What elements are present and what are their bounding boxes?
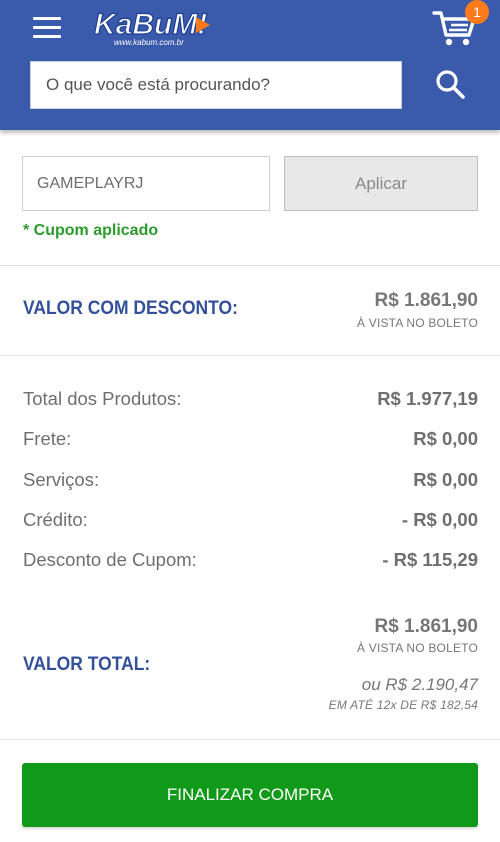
search-icon[interactable] (434, 68, 468, 102)
coupon-applied-status: * Cupom aplicado (23, 222, 159, 239)
summary-row-label: Frete: (23, 428, 72, 449)
apply-coupon-button[interactable]: Aplicar (284, 156, 478, 211)
discount-price: R$ 1.861,90 (374, 290, 478, 311)
divider (0, 355, 500, 356)
divider (0, 265, 500, 266)
summary-row-value: R$ 0,00 (413, 469, 478, 490)
coupon-code-input[interactable] (22, 156, 270, 211)
summary-row-label: Desconto de Cupom: (23, 549, 197, 570)
hamburger-menu-icon[interactable] (33, 15, 63, 41)
search-input[interactable] (30, 61, 402, 109)
installment-note: EM ATÉ 12x DE R$ 182,54 (328, 698, 478, 712)
total-value-label: VALOR TOTAL: (23, 654, 151, 675)
divider (0, 739, 500, 740)
cart-count-badge: 1 (465, 0, 489, 24)
summary-row-label: Serviços: (23, 469, 100, 490)
finalize-purchase-button[interactable]: FINALIZAR COMPRA (22, 763, 478, 827)
logo-text: KaBuM! (94, 8, 207, 41)
kabum-logo[interactable]: KaBuM! www.kabum.com.br (92, 3, 214, 49)
summary-row-label: Total dos Produtos: (23, 388, 182, 409)
logo-subtext: www.kabum.com.br (114, 38, 184, 47)
top-bar: KaBuM! www.kabum.com.br 1 (0, 0, 500, 130)
summary-row-value: - R$ 0,00 (401, 509, 478, 530)
summary-row-value: R$ 0,00 (413, 428, 478, 449)
summary-row-value: R$ 1.977,19 (377, 388, 478, 409)
total-payment-note: À VISTA NO BOLETO (357, 641, 478, 655)
total-price: R$ 1.861,90 (374, 616, 478, 637)
discount-value-label: VALOR COM DESCONTO: (23, 298, 238, 319)
discount-payment-note: À VISTA NO BOLETO (357, 316, 478, 330)
installment-total: ou R$ 2.190,47 (361, 675, 478, 694)
summary-row-label: Crédito: (23, 509, 88, 530)
summary-row-value: - R$ 115,29 (382, 549, 478, 570)
